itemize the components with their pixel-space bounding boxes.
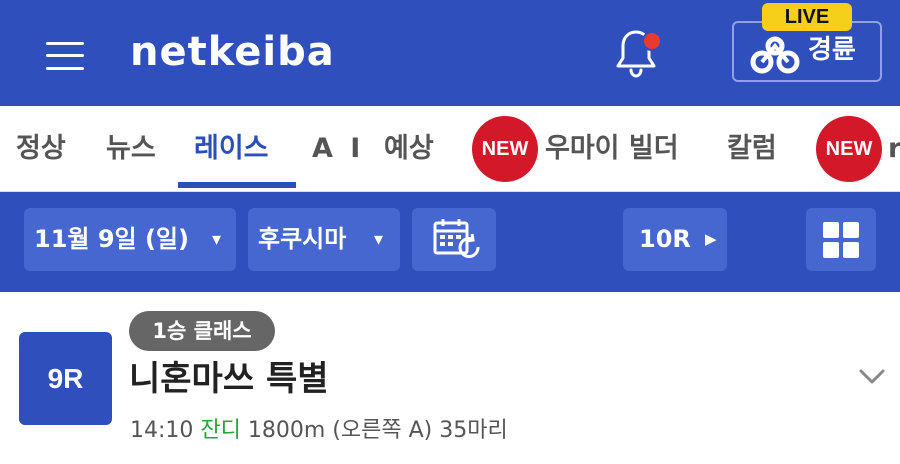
tab-truncated[interactable]: r bbox=[888, 126, 900, 172]
race-title[interactable]: 니혼마쓰 특별 bbox=[129, 354, 329, 404]
tab-top[interactable]: 정상 bbox=[16, 126, 66, 172]
main-nav-tabs: 정상 뉴스 레이스 A I 예상 NEW 우마이 빌더 칼럼 NEW r bbox=[0, 106, 900, 192]
app-header: netkeiba LIVE 경륜 bbox=[0, 0, 900, 106]
grid-view-button[interactable] bbox=[806, 208, 876, 271]
race-class-badge: 1승 클래스 bbox=[129, 311, 275, 351]
race-details: 1800m (오른쪽 A) 35마리 bbox=[247, 418, 508, 443]
keirin-label: 경륜 bbox=[808, 35, 856, 65]
date-value: 11월 9일 (일) bbox=[34, 225, 189, 253]
play-arrow-icon: ▶ bbox=[705, 230, 717, 248]
date-select[interactable]: 11월 9일 (일) ▾ bbox=[24, 208, 236, 271]
new-badge: NEW bbox=[472, 116, 538, 182]
track-select[interactable]: 후쿠시마 ▾ bbox=[248, 208, 400, 271]
chevron-down-icon[interactable] bbox=[858, 367, 886, 387]
tab-news[interactable]: 뉴스 bbox=[106, 126, 156, 172]
notification-bell-icon[interactable] bbox=[612, 26, 664, 80]
bicycle-icon bbox=[750, 36, 800, 74]
chevron-down-icon: ▾ bbox=[374, 229, 384, 250]
race-info: 14:10 잔디 1800m (오른쪽 A) 35마리 bbox=[130, 414, 508, 448]
menu-icon[interactable] bbox=[46, 40, 84, 72]
race-time: 14:10 bbox=[130, 418, 194, 443]
next-race-button[interactable]: 10R ▶ bbox=[623, 208, 727, 271]
calendar-button[interactable] bbox=[412, 208, 496, 271]
race-filter-bar: 11월 9일 (일) ▾ 후쿠시마 ▾ 10R ▶ bbox=[0, 192, 900, 292]
live-badge: LIVE bbox=[762, 3, 852, 31]
track-value: 후쿠시마 bbox=[258, 225, 347, 253]
tab-umai-builder[interactable]: 우마이 빌더 bbox=[545, 126, 679, 172]
tab-prediction[interactable]: 예상 bbox=[384, 126, 434, 172]
race-number-badge: 9R bbox=[19, 332, 112, 425]
calendar-icon bbox=[433, 219, 480, 258]
tab-column[interactable]: 칼럼 bbox=[727, 126, 777, 172]
notification-dot bbox=[642, 31, 662, 51]
chevron-down-icon: ▾ bbox=[212, 229, 222, 250]
tab-ai[interactable]: A I bbox=[312, 126, 364, 172]
next-race-label: 10R bbox=[639, 225, 691, 253]
new-badge: NEW bbox=[816, 116, 882, 182]
active-tab-indicator bbox=[178, 182, 296, 188]
race-surface: 잔디 bbox=[200, 418, 241, 443]
grid-icon bbox=[823, 222, 859, 258]
netkeiba-logo[interactable]: netkeiba bbox=[130, 26, 335, 78]
tab-race[interactable]: 레이스 bbox=[194, 126, 269, 172]
